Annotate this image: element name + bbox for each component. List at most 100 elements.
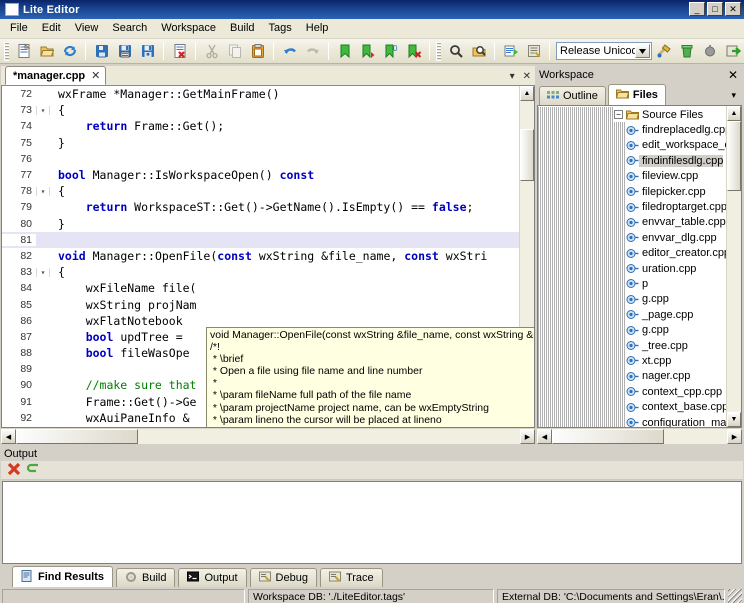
word-wrap-green-icon[interactable]	[27, 462, 41, 479]
output-text-area[interactable]	[2, 481, 742, 564]
menu-item-file[interactable]: File	[3, 20, 35, 37]
maximize-button[interactable]: □	[707, 2, 723, 16]
tree-row-file[interactable]: edit_workspace_conf_	[538, 138, 726, 153]
fold-marker[interactable]: ▾	[36, 187, 50, 196]
resize-grip[interactable]	[728, 589, 742, 603]
bookmark-toggle-icon[interactable]: 0	[380, 41, 401, 62]
fold-marker[interactable]: ▾	[36, 268, 50, 277]
menu-item-edit[interactable]: Edit	[35, 20, 68, 37]
menu-item-search[interactable]: Search	[105, 20, 154, 37]
find-icon[interactable]	[445, 41, 466, 62]
tree-horizontal-scrollbar[interactable]: ◀ ▶	[537, 428, 742, 444]
tab-outline[interactable]: Outline	[539, 86, 606, 105]
save-icon[interactable]	[91, 41, 112, 62]
menu-item-tags[interactable]: Tags	[262, 20, 299, 37]
tab-files[interactable]: Files	[608, 84, 666, 105]
close-icon[interactable]: ✕	[523, 71, 531, 82]
save-as-icon[interactable]	[114, 41, 135, 62]
tree-row-file[interactable]: context_cpp.cpp	[538, 384, 726, 399]
bookmark-clear-icon[interactable]	[403, 41, 424, 62]
trace-icon	[329, 571, 341, 586]
tree-row-file[interactable]: configuration_manage	[538, 415, 726, 427]
tree-row-file[interactable]: _page.cpp	[538, 307, 726, 322]
find-in-files-icon[interactable]	[468, 41, 489, 62]
tree-row-file[interactable]: envvar_table.cpp	[538, 215, 726, 230]
editor-tab-manager-cpp[interactable]: *manager.cpp ✕	[5, 66, 106, 85]
line-number: 85	[2, 299, 36, 311]
tree-row-file[interactable]: p	[538, 276, 726, 291]
close-file-icon[interactable]	[169, 41, 190, 62]
collapse-toggle-icon[interactable]: −	[614, 110, 623, 119]
menu-item-build[interactable]: Build	[223, 20, 261, 37]
tree-row-file[interactable]: xt.cpp	[538, 353, 726, 368]
scroll-left-button[interactable]: ◀	[537, 429, 552, 444]
replace-icon[interactable]	[500, 41, 521, 62]
new-file-icon[interactable]	[13, 41, 34, 62]
scroll-left-button[interactable]: ◀	[1, 429, 16, 444]
build-icon[interactable]	[653, 41, 674, 62]
paste-icon[interactable]	[247, 41, 268, 62]
clear-red-x-icon[interactable]	[7, 462, 21, 479]
tree-row-file[interactable]: findinfilesdlg.cpp	[538, 153, 726, 168]
tree-row-file[interactable]: g.cpp	[538, 322, 726, 337]
run-icon[interactable]	[722, 41, 743, 62]
close-icon[interactable]: ✕	[91, 69, 100, 82]
cut-icon[interactable]	[201, 41, 222, 62]
tab-find-results[interactable]: Find Results	[12, 566, 113, 587]
tree-row-file[interactable]: g.cpp	[538, 292, 726, 307]
tab-output[interactable]: Output	[178, 568, 246, 587]
tree-row-file[interactable]: _tree.cpp	[538, 338, 726, 353]
reload-icon[interactable]	[59, 41, 80, 62]
editor-horizontal-scrollbar[interactable]: ◀ ▶	[1, 428, 535, 444]
scroll-thumb-vertical[interactable]	[727, 121, 741, 191]
scroll-up-button[interactable]: ▲	[520, 86, 534, 101]
chevron-down-icon[interactable]: ▾	[731, 90, 736, 101]
workspace-file-tree[interactable]: −Source Filesfindreplacedlg.cppedit_work…	[537, 105, 742, 428]
scroll-right-button[interactable]: ▶	[520, 429, 535, 444]
close-button[interactable]: ✕	[725, 2, 741, 16]
tree-row-source-files[interactable]: −Source Files	[538, 107, 726, 122]
scroll-right-button[interactable]: ▶	[727, 429, 742, 444]
scroll-thumb-horizontal[interactable]	[16, 429, 138, 444]
menu-item-view[interactable]: View	[68, 20, 106, 37]
redo-icon[interactable]	[302, 41, 323, 62]
tree-row-file[interactable]: filedroptarget.cpp	[538, 199, 726, 214]
save-all-icon[interactable]	[137, 41, 158, 62]
undo-icon[interactable]	[279, 41, 300, 62]
scroll-thumb-horizontal[interactable]	[552, 429, 664, 444]
close-icon[interactable]: ✕	[728, 68, 738, 82]
minimize-button[interactable]: _	[689, 2, 705, 16]
tree-row-file[interactable]: context_base.cpp	[538, 399, 726, 414]
chevron-down-icon[interactable]: ▾	[510, 71, 515, 82]
clean-icon[interactable]	[676, 41, 697, 62]
fold-marker[interactable]: ▾	[36, 106, 50, 115]
tree-row-file[interactable]: findreplacedlg.cpp	[538, 122, 726, 137]
window-controls[interactable]: _ □ ✕	[689, 2, 741, 16]
tab-build[interactable]: Build	[116, 568, 175, 587]
tree-row-file[interactable]: editor_creator.cpp	[538, 246, 726, 261]
bookmark-prev-icon[interactable]	[357, 41, 378, 62]
goto-icon[interactable]	[523, 41, 544, 62]
tree-row-file[interactable]: uration.cpp	[538, 261, 726, 276]
scroll-up-button[interactable]: ▲	[727, 106, 741, 121]
bookmark-next-icon[interactable]	[334, 41, 355, 62]
menu-item-help[interactable]: Help	[299, 20, 336, 37]
scroll-down-button[interactable]: ▼	[727, 412, 741, 427]
code-text: wxFlatNotebook	[50, 314, 190, 328]
tree-row-file[interactable]: filepicker.cpp	[538, 184, 726, 199]
toolbar-grip-1[interactable]	[4, 42, 9, 61]
scroll-thumb-vertical[interactable]	[520, 129, 534, 181]
open-folder-icon[interactable]	[36, 41, 57, 62]
tree-row-file[interactable]: envvar_dlg.cpp	[538, 230, 726, 245]
chevron-down-icon[interactable]	[635, 44, 650, 58]
tree-vertical-scrollbar[interactable]: ▲ ▼	[726, 106, 741, 427]
build-config-select[interactable]: Release Unicode	[556, 42, 652, 60]
tab-trace[interactable]: Trace	[320, 568, 383, 587]
tree-row-file[interactable]: fileview.cpp	[538, 169, 726, 184]
tree-row-file[interactable]: nager.cpp	[538, 369, 726, 384]
stop-icon[interactable]	[699, 41, 720, 62]
copy-icon[interactable]	[224, 41, 245, 62]
menu-item-workspace[interactable]: Workspace	[154, 20, 223, 37]
tab-debug[interactable]: Debug	[250, 568, 317, 587]
toolbar-grip-2[interactable]	[436, 42, 441, 61]
